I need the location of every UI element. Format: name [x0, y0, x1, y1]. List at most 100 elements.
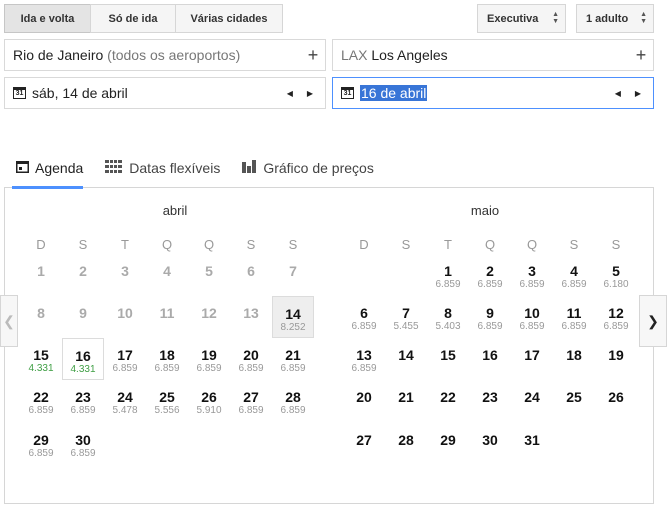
- calendar-day[interactable]: 24 5.478: [104, 380, 146, 422]
- calendar-day[interactable]: 23 6.859: [62, 380, 104, 422]
- calendar-icon: 31: [341, 87, 354, 99]
- calendar-day[interactable]: 12 6.859: [595, 296, 637, 338]
- calendar-day[interactable]: 18 6.859: [146, 338, 188, 380]
- calendar-day[interactable]: 30: [469, 423, 511, 465]
- day-number: 16: [482, 347, 498, 363]
- calendar-day[interactable]: 25: [553, 380, 595, 422]
- next-month-button[interactable]: ❯: [639, 295, 667, 347]
- calendar-day[interactable]: 15 4.331: [20, 338, 62, 380]
- day-number: 3: [121, 263, 129, 279]
- calendar-day[interactable]: 22 6.859: [20, 380, 62, 422]
- origin-field[interactable]: Rio de Janeiro (todos os aeroportos) +: [4, 39, 326, 71]
- calendar-day[interactable]: 5 6.180: [595, 254, 637, 296]
- day-number: 14: [398, 347, 414, 363]
- calendar-day[interactable]: 20: [343, 380, 385, 422]
- calendar-day[interactable]: 23: [469, 380, 511, 422]
- day-price: 6.859: [28, 448, 54, 459]
- weekday-header: T: [444, 237, 452, 252]
- day-number: 28: [285, 389, 301, 405]
- day-price: 6.859: [196, 363, 222, 374]
- trip-type-group: Ida e volta Só de ida Várias cidades: [4, 4, 283, 33]
- destination-field[interactable]: LAX Los Angeles +: [332, 39, 654, 71]
- calendar-day[interactable]: 20 6.859: [230, 338, 272, 380]
- calendar-day[interactable]: 11 6.859: [553, 296, 595, 338]
- day-number: 27: [356, 432, 372, 448]
- day-price: 6.859: [519, 279, 545, 290]
- calendar-day[interactable]: 30 6.859: [62, 423, 104, 465]
- day-number: 7: [289, 263, 297, 279]
- day-price: 4.331: [28, 363, 54, 374]
- day-number: 27: [243, 389, 259, 405]
- depart-date-value: sáb, 14 de abril: [32, 85, 128, 101]
- day-number: 20: [356, 389, 372, 405]
- next-day-icon[interactable]: ▶: [635, 89, 641, 98]
- calendar-day[interactable]: 7 5.455: [385, 296, 427, 338]
- calendar-day[interactable]: 14: [385, 338, 427, 380]
- calendar-day[interactable]: 16: [469, 338, 511, 380]
- next-day-icon[interactable]: ▶: [307, 89, 313, 98]
- day-number: 12: [201, 305, 217, 321]
- tab-agenda[interactable]: Agenda: [4, 148, 93, 189]
- calendar-day[interactable]: 26: [595, 380, 637, 422]
- calendar-day[interactable]: 1 6.859: [427, 254, 469, 296]
- day-number: 23: [482, 389, 498, 405]
- day-number: 25: [566, 389, 582, 405]
- calendar-day[interactable]: 21 6.859: [272, 338, 314, 380]
- calendar-day[interactable]: 31: [511, 423, 553, 465]
- calendar-day[interactable]: 21: [385, 380, 427, 422]
- day-price: 6.859: [154, 363, 180, 374]
- multi-city-button[interactable]: Várias cidades: [175, 4, 283, 33]
- calendar-day[interactable]: 29 6.859: [20, 423, 62, 465]
- weekday-header: Q: [203, 237, 215, 252]
- tab-agenda-label: Agenda: [35, 159, 84, 176]
- calendar-day[interactable]: 13 6.859: [343, 338, 385, 380]
- round-trip-button[interactable]: Ida e volta: [4, 4, 91, 33]
- calendar-day[interactable]: 8 5.403: [427, 296, 469, 338]
- calendar-day[interactable]: 28: [385, 423, 427, 465]
- calendar-view-tabs: Agenda Datas flexíveis Gráfico de preços: [4, 148, 654, 189]
- calendar-day[interactable]: 22: [427, 380, 469, 422]
- calendar-day[interactable]: 24: [511, 380, 553, 422]
- passengers-select[interactable]: 1 adulto ▲ ▼: [576, 4, 654, 33]
- calendar-day[interactable]: 16 4.331: [62, 338, 104, 380]
- calendar-day[interactable]: 4 6.859: [553, 254, 595, 296]
- calendar-day[interactable]: 17: [511, 338, 553, 380]
- calendar-day[interactable]: 2 6.859: [469, 254, 511, 296]
- weekday-header: T: [121, 237, 129, 252]
- calendar-day[interactable]: 27 6.859: [230, 380, 272, 422]
- return-date-field[interactable]: 31 16 de abril ◀ ▶: [332, 77, 654, 109]
- prev-month-button[interactable]: ❮: [0, 295, 18, 347]
- depart-date-field[interactable]: 31 sáb, 14 de abril ◀ ▶: [4, 77, 326, 109]
- calendar-day[interactable]: 27: [343, 423, 385, 465]
- calendar-day[interactable]: 26 5.910: [188, 380, 230, 422]
- add-destination-icon[interactable]: +: [629, 45, 653, 66]
- return-date-value[interactable]: 16 de abril: [360, 85, 428, 101]
- calendar-day[interactable]: 29: [427, 423, 469, 465]
- calendar-day[interactable]: 10 6.859: [511, 296, 553, 338]
- calendar-day[interactable]: 28 6.859: [272, 380, 314, 422]
- calendar-day[interactable]: 3 6.859: [511, 254, 553, 296]
- day-number: 6: [247, 263, 255, 279]
- calendar-day: 1: [20, 254, 62, 296]
- tab-price-graph[interactable]: Gráfico de preços: [230, 148, 384, 188]
- calendar-day[interactable]: 19 6.859: [188, 338, 230, 380]
- add-origin-icon[interactable]: +: [301, 45, 325, 66]
- prev-day-icon[interactable]: ◀: [287, 89, 293, 98]
- calendar-day[interactable]: 17 6.859: [104, 338, 146, 380]
- day-number: 31: [524, 432, 540, 448]
- day-price: 6.859: [70, 405, 96, 416]
- calendar-day[interactable]: 9 6.859: [469, 296, 511, 338]
- prev-day-icon[interactable]: ◀: [615, 89, 621, 98]
- day-number: 15: [33, 347, 49, 363]
- calendar-day[interactable]: 25 5.556: [146, 380, 188, 422]
- calendar-day[interactable]: 19: [595, 338, 637, 380]
- one-way-button[interactable]: Só de ida: [90, 4, 176, 33]
- cabin-class-select[interactable]: Executiva ▲ ▼: [477, 4, 566, 33]
- calendar-day[interactable]: 14 8.252: [272, 296, 314, 338]
- calendar-day[interactable]: 6 6.859: [343, 296, 385, 338]
- day-number: 9: [79, 305, 87, 321]
- calendar-day[interactable]: 18: [553, 338, 595, 380]
- day-number: 9: [486, 305, 494, 321]
- calendar-day[interactable]: 15: [427, 338, 469, 380]
- tab-flexible-dates[interactable]: Datas flexíveis: [93, 148, 230, 188]
